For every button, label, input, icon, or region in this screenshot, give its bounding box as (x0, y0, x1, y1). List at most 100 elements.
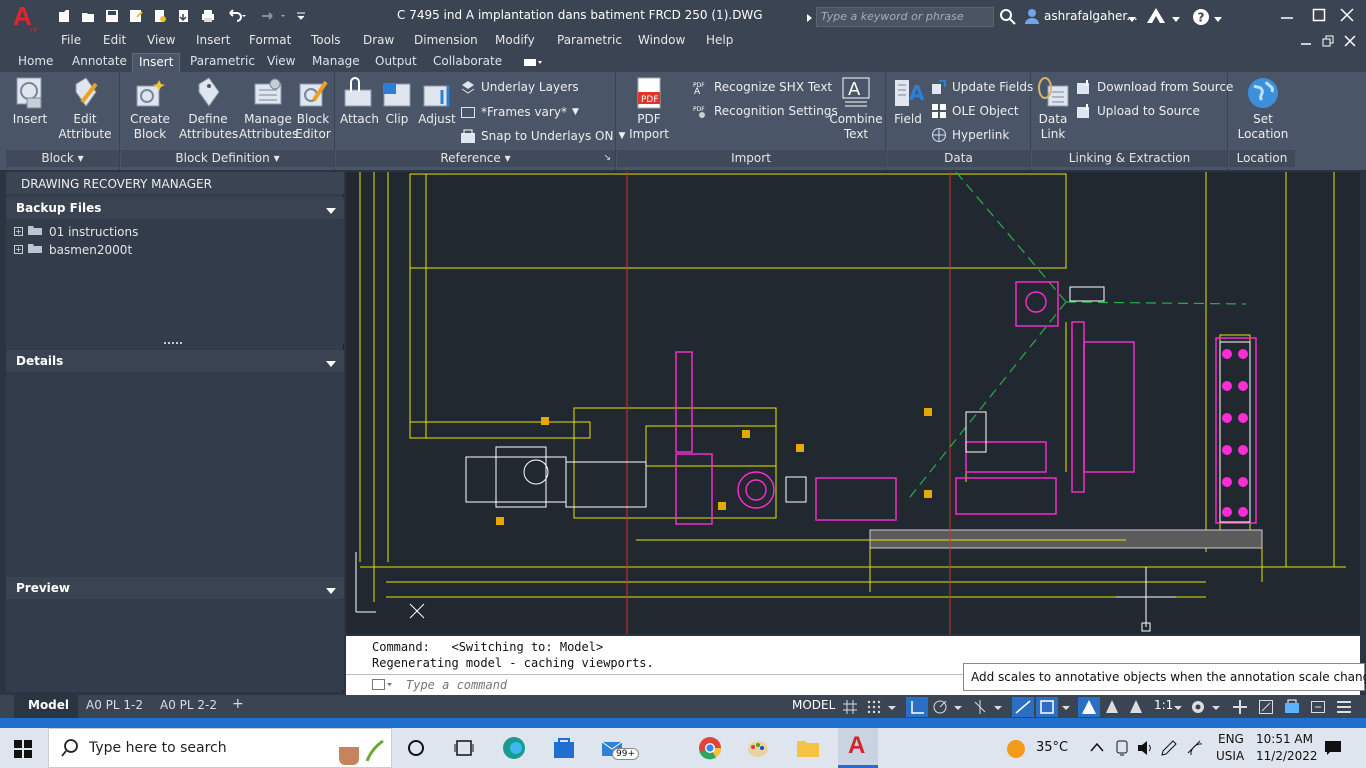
user-chevron-down-icon[interactable] (1128, 12, 1136, 26)
close-icon[interactable] (1340, 8, 1354, 25)
save-web-icon[interactable] (176, 8, 192, 24)
taskbar-search-box[interactable]: Type here to search (48, 728, 392, 768)
add-layout-icon[interactable]: + (232, 696, 244, 712)
maximize-icon[interactable] (1312, 8, 1326, 25)
tab-home[interactable]: Home (12, 53, 59, 72)
menu-tools[interactable]: Tools (311, 33, 341, 47)
polar-chevron-down-icon[interactable] (954, 699, 964, 715)
menu-dimension[interactable]: Dimension (414, 33, 478, 47)
scale-chevron-down-icon[interactable] (1174, 699, 1184, 715)
osnap-chevron-down-icon[interactable] (1062, 699, 1072, 715)
qa-customize-icon[interactable] (294, 8, 308, 24)
file-explorer-icon[interactable] (796, 736, 820, 763)
define-attributes-button[interactable]: Define Attributes (179, 76, 238, 142)
download-from-source-button[interactable]: Download from Source (1076, 79, 1233, 95)
isolate-objects-icon[interactable] (1258, 699, 1274, 715)
clean-screen-icon[interactable] (1310, 699, 1326, 715)
expand-plus-icon[interactable]: + (14, 227, 23, 236)
frames-dropdown[interactable]: *Frames vary* ▼ (460, 104, 579, 120)
block-editor-button[interactable]: Block Editor (293, 76, 333, 142)
help-chevron-down-icon[interactable] (1214, 12, 1222, 26)
isodraft-icon[interactable] (972, 699, 988, 715)
layout-tab-a0-pl-1-2[interactable]: A0 PL 1-2 (86, 698, 143, 712)
print-icon[interactable] (200, 8, 216, 24)
panel-block-title[interactable]: Block ▾ (6, 150, 119, 167)
layout-tab-a0-pl-2-2[interactable]: A0 PL 2-2 (160, 698, 217, 712)
doc-restore-icon[interactable] (1322, 35, 1334, 50)
reference-launcher-icon[interactable]: ↘ (603, 150, 611, 167)
model-space-button[interactable]: MODEL (792, 698, 835, 712)
command-input[interactable]: Type a command (406, 678, 507, 692)
open-file-icon[interactable] (80, 8, 96, 24)
tab-collaborate[interactable]: Collaborate (427, 53, 508, 72)
attach-button[interactable]: Attach (340, 76, 379, 127)
tray-chevron-up-icon[interactable] (1090, 741, 1104, 755)
language-code[interactable]: ENG (1218, 732, 1244, 746)
cortana-icon[interactable] (406, 738, 426, 761)
pen-input-icon[interactable] (1160, 739, 1178, 760)
ortho-icon[interactable] (906, 697, 928, 717)
customization-menu-icon[interactable] (1336, 699, 1352, 715)
weather-temperature[interactable]: 35°C (1036, 740, 1068, 755)
menu-window[interactable]: Window (638, 33, 685, 47)
grid-icon[interactable] (842, 699, 858, 715)
recognize-shx-button[interactable]: PDF A Recognize SHX Text (693, 79, 832, 97)
hyperlink-button[interactable]: Hyperlink (931, 127, 1009, 143)
update-fields-button[interactable]: Update Fields (931, 79, 1033, 95)
panel-reference-title[interactable]: Reference ▾ ↘ (336, 150, 615, 167)
combine-text-button[interactable]: A Combine Text (827, 76, 885, 142)
pdf-import-button[interactable]: PDF PDF Import (625, 76, 673, 142)
menu-file[interactable]: File (61, 33, 81, 47)
data-link-button[interactable]: Data Link (1034, 76, 1072, 142)
object-snap-tracking-icon[interactable] (1012, 697, 1034, 717)
edit-attribute-button[interactable]: Edit Attribute (56, 76, 114, 142)
redo-icon[interactable] (258, 8, 290, 24)
panel-block-definition-title[interactable]: Block Definition ▾ (121, 150, 334, 167)
auto-scale-icon[interactable] (1104, 699, 1120, 715)
underlay-layers-button[interactable]: Underlay Layers (460, 79, 579, 95)
chrome-icon[interactable] (698, 736, 722, 763)
menu-format[interactable]: Format (249, 33, 291, 47)
autodesk-app-icon[interactable] (1146, 7, 1166, 28)
object-snap-icon[interactable] (1036, 697, 1058, 717)
clock-date[interactable]: 11/2/2022 (1256, 749, 1318, 763)
collapse-chevron-icon[interactable] (326, 356, 336, 370)
menu-parametric[interactable]: Parametric (557, 33, 622, 47)
tab-parametric[interactable]: Parametric (184, 53, 261, 72)
hardware-acceleration-icon[interactable] (1284, 699, 1300, 715)
menu-view[interactable]: View (147, 33, 175, 47)
plus-icon[interactable] (1232, 699, 1248, 715)
menu-draw[interactable]: Draw (363, 33, 394, 47)
gear-chevron-down-icon[interactable] (1212, 699, 1222, 715)
doc-close-icon[interactable] (1344, 35, 1356, 50)
snap-grid-icon[interactable] (866, 699, 882, 715)
tab-view[interactable]: View (261, 53, 301, 72)
upload-to-source-button[interactable]: Upload to Source (1076, 103, 1200, 119)
clip-button[interactable]: Clip (380, 76, 414, 127)
doc-minimize-icon[interactable] (1300, 35, 1312, 50)
manage-attributes-button[interactable]: Manage Attributes (239, 76, 298, 142)
menu-help[interactable]: Help (706, 33, 733, 47)
notification-center-icon[interactable] (1324, 739, 1342, 760)
tab-output[interactable]: Output (369, 53, 423, 72)
save-icon[interactable] (104, 8, 120, 24)
windows-start-icon[interactable] (14, 740, 32, 761)
field-button[interactable]: A Field (889, 76, 927, 127)
ribbon-minimize-icon[interactable] (524, 57, 542, 71)
annotation-scale-icon[interactable] (1128, 699, 1144, 715)
annotation-visibility-icon[interactable] (1078, 697, 1100, 717)
user-name[interactable]: ashrafalgaher... (1044, 9, 1138, 23)
layout-tab-model[interactable]: Model (28, 698, 69, 712)
search-expand-icon[interactable] (806, 12, 814, 26)
splitter-grip[interactable] (164, 342, 182, 344)
weather-sun-icon[interactable] (1006, 739, 1026, 762)
snap-to-underlays-dropdown[interactable]: Snap to Underlays ON ▼ (460, 128, 625, 144)
set-location-button[interactable]: Set Location (1233, 76, 1293, 142)
clock-time[interactable]: 10:51 AM (1256, 732, 1313, 746)
insert-button[interactable]: Insert (8, 76, 52, 127)
adjust-button[interactable]: Adjust (418, 76, 456, 127)
collapse-chevron-icon[interactable] (326, 583, 336, 597)
autocad-logo[interactable]: A LT (10, 1, 40, 35)
autocad-taskbar-button[interactable]: A (838, 728, 878, 768)
menu-modify[interactable]: Modify (495, 33, 535, 47)
